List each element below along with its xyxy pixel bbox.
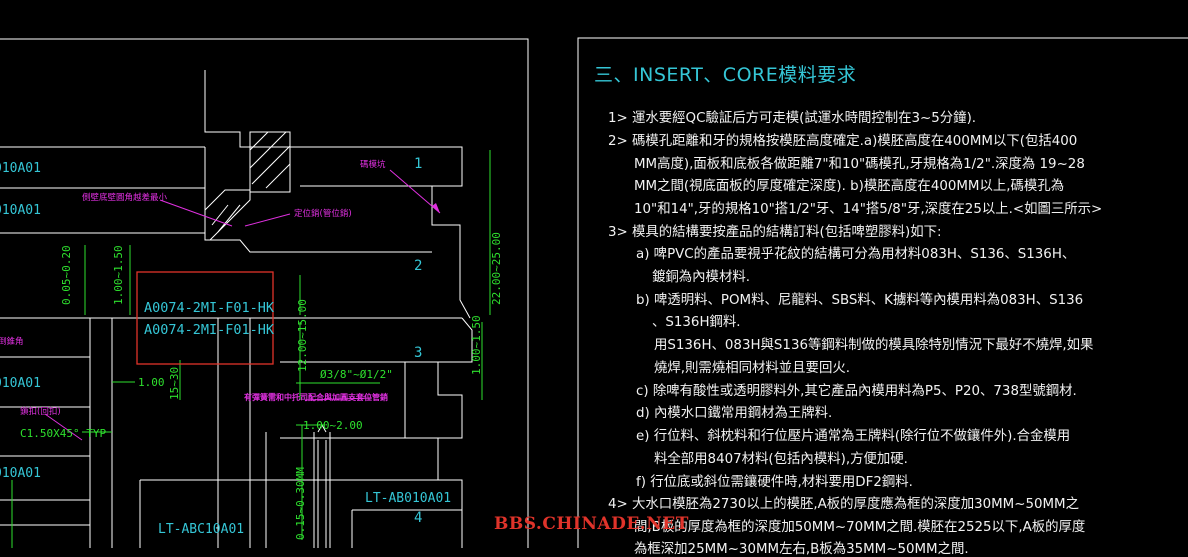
zone-number-2: 2 <box>414 258 422 274</box>
chamfer-note: C1.50X45° TYP <box>20 427 106 440</box>
note-line-7: a) 啤PVC的產品要視乎花紋的結構可分為用材料083H、S136、S136H、 <box>636 247 1076 262</box>
annotation-taper: 倒錐角 <box>0 336 24 347</box>
dim-0.15-0.30: 0.15~0.30MM <box>294 467 307 540</box>
note-line-19: 間,B板的厚度為框的深度加50MM~70MM之間.模胚在2525以下,A板的厚度 <box>634 520 1086 535</box>
note-line-2: 2> 碼模孔距離和牙的規格按模胚高度確定.a)模胚高度在400MM以下(包括40… <box>608 134 1078 149</box>
part-label-left-2: 010A01 <box>0 203 41 218</box>
site-watermark: BBS.CHINADE.NET <box>494 514 689 534</box>
annotation-spring: 有彈簧需和中托司配合與加圓支套位管銷 <box>244 392 388 402</box>
dim-15-30: 15~30 <box>168 367 181 400</box>
note-line-1: 1> 運水要經QC驗証后方可走模(試運水時間控制在3~5分鐘). <box>608 111 977 126</box>
left-frame <box>0 38 529 548</box>
note-line-3: MM高度),面板和底板各做距離7"和10"碼模孔,牙規格為1/2".深度為 19… <box>634 157 1085 172</box>
note-line-8: 鍍銅為內模材料. <box>652 270 750 285</box>
note-line-16: 料全部用8407材料(包括內模料),方便加硬. <box>654 452 908 467</box>
note-line-10: 、S136H鋼料. <box>652 315 741 330</box>
zone-number-4: 4 <box>414 510 422 526</box>
note-line-18: 4> 大水口模胚為2730以上的模胚,A板的厚度應為框的深度加30MM~50MM… <box>608 497 1079 512</box>
leader-arrow <box>432 203 440 213</box>
note-line-9: b) 啤透明料、POM料、尼龍料、SBS料、K擄料等內模用料為083H、S136 <box>636 293 1084 308</box>
part-label-a2: A0074-2MI-F01-HK <box>144 322 275 338</box>
annotation-dowel: 定位銷(管位銷) <box>294 208 352 219</box>
hatched-insert <box>204 131 291 241</box>
dim-1.00-2.00: 1.00~2.00 <box>303 419 363 432</box>
dim-1.00-1.50: 1.00~1.50 <box>112 245 125 305</box>
note-line-11: 用S136H、083H與S136等鋼料制做的模具除特別情況下最好不燒焊,如果 <box>654 338 1094 353</box>
note-line-12: 燒焊,則需燒相同材料並且要回火. <box>654 361 850 376</box>
dim-22-25: 22.00~25.00 <box>490 232 503 305</box>
dim-12-15: 12.00~15.00 <box>296 299 309 372</box>
dim-1.00-1.50-right: 1.00~1.50 <box>470 315 483 375</box>
part-label-a1: A0074-2MI-F01-HK <box>144 300 275 316</box>
note-line-15: e) 行位料、斜枕料和行位壓片通常為王牌料(除行位不做鑲件外).合金模用 <box>636 429 1071 444</box>
dim-1.00: 1.00 <box>138 376 165 389</box>
requirements-notes: 三、INSERT、CORE模料要求 1> 運水要經QC驗証后方可走模(試運水時間… <box>578 38 1188 557</box>
dim-diameter: Ø3/8"~Ø1/2" <box>320 368 393 381</box>
note-line-4: MM之間(視底面板的厚度確定深度). b)模胚高度在400MM以上,碼模孔為 <box>634 179 1065 194</box>
note-line-13: c) 除啤有酸性或透明膠料外,其它產品內模用料為P5、P20、738型號鋼材. <box>636 384 1077 399</box>
annotation-lock: 鎖扣(回扣) <box>20 406 61 417</box>
dim-0.05-0.20: 0.05~0.20 <box>60 245 73 305</box>
part-label-left-1: 010A01 <box>0 161 41 176</box>
annotation-fillet: 側壁底壁圓角越差最小 <box>82 192 168 203</box>
part-label-lt2: LT-ABC10A01 <box>158 522 244 537</box>
note-line-14: d) 內模水口鐵常用鋼材為王牌料. <box>636 406 833 421</box>
part-label-left-3: 010A01 <box>0 376 41 391</box>
part-label-lt1: LT-AB010A01 <box>365 491 451 506</box>
note-line-20: 為框深加25MM~30MM左右,B板為35MM~50MM之間. <box>634 542 969 557</box>
zone-number-1: 1 <box>414 156 422 172</box>
annotation-clamp-slot: 碼模坑 <box>360 159 386 170</box>
note-line-5: 10"和14",牙的規格10"搭1/2"牙、14"搭5/8"牙,深度在25以上.… <box>634 202 1103 217</box>
zone-number-3: 3 <box>414 345 422 361</box>
note-line-6: 3> 模具的結構要按產品的結構訂料(包括啤塑膠料)如下: <box>608 225 942 240</box>
notes-title: 三、INSERT、CORE模料要求 <box>594 64 857 86</box>
note-line-17: f) 行位底或斜位需鑲硬件時,材料要用DF2鋼料. <box>636 475 913 490</box>
part-label-left-4: 010A01 <box>0 466 41 481</box>
